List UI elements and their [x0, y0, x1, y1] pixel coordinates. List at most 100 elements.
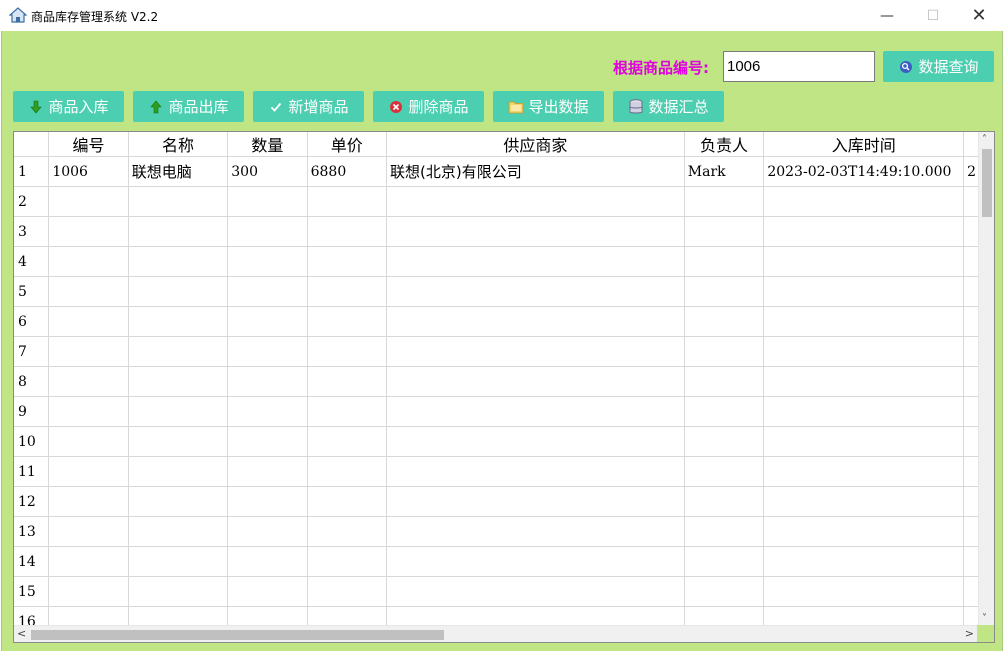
cell-manager[interactable] — [684, 576, 765, 607]
cell-name[interactable] — [128, 576, 229, 607]
cell-id[interactable] — [48, 216, 129, 247]
cell-manager[interactable] — [684, 216, 765, 247]
vertical-scrollbar[interactable]: ˄ ˅ — [978, 132, 994, 626]
cell-quantity[interactable] — [227, 366, 308, 397]
cell-manager[interactable] — [684, 276, 765, 307]
row-number[interactable]: 2 — [14, 186, 50, 217]
cell-name[interactable] — [128, 336, 229, 367]
cell-supplier[interactable] — [386, 516, 685, 547]
horizontal-scrollbar[interactable]: < > — [14, 625, 978, 642]
cell-supplier[interactable] — [386, 306, 685, 337]
row-number[interactable]: 11 — [14, 456, 50, 487]
row-number[interactable]: 7 — [14, 336, 50, 367]
cell-price[interactable] — [307, 366, 388, 397]
cell-manager[interactable] — [684, 306, 765, 337]
row-number[interactable]: 8 — [14, 366, 50, 397]
row-number[interactable]: 14 — [14, 546, 50, 577]
cell-price[interactable] — [307, 516, 388, 547]
cell-quantity[interactable] — [227, 426, 308, 457]
cell-stock-in-time[interactable] — [763, 306, 965, 337]
cell-manager[interactable] — [684, 546, 765, 577]
row-number[interactable]: 4 — [14, 246, 50, 277]
cell-name[interactable] — [128, 456, 229, 487]
cell-manager[interactable] — [684, 516, 765, 547]
cell-manager[interactable] — [684, 426, 765, 457]
cell-quantity[interactable] — [227, 186, 308, 217]
query-button[interactable]: 数据查询 — [883, 51, 994, 82]
cell-name[interactable] — [128, 516, 229, 547]
cell-stock-in-time[interactable] — [763, 396, 965, 427]
stock-in-button[interactable]: 商品入库 — [13, 91, 124, 122]
cell-name[interactable]: 联想电脑 — [128, 156, 229, 187]
cell-stock-in-time[interactable] — [763, 426, 965, 457]
vertical-scroll-thumb[interactable] — [982, 149, 992, 217]
minimize-button[interactable]: — — [864, 0, 910, 31]
table-row[interactable]: 6 — [14, 306, 994, 337]
cell-stock-in-time[interactable] — [763, 486, 965, 517]
cell-quantity[interactable] — [227, 336, 308, 367]
row-number[interactable]: 15 — [14, 576, 50, 607]
cell-manager[interactable]: Mark — [684, 156, 765, 187]
cell-supplier[interactable] — [386, 486, 685, 517]
cell-supplier[interactable] — [386, 456, 685, 487]
cell-id[interactable] — [48, 486, 129, 517]
cell-name[interactable] — [128, 366, 229, 397]
cell-supplier[interactable] — [386, 546, 685, 577]
column-header-name[interactable]: 名称 — [128, 132, 229, 157]
cell-name[interactable] — [128, 186, 229, 217]
table-row[interactable]: 9 — [14, 396, 994, 427]
cell-id[interactable] — [48, 396, 129, 427]
close-button[interactable]: ✕ — [956, 0, 1002, 31]
cell-quantity[interactable] — [227, 486, 308, 517]
cell-price[interactable] — [307, 486, 388, 517]
cell-price[interactable] — [307, 186, 388, 217]
cell-price[interactable] — [307, 276, 388, 307]
cell-manager[interactable] — [684, 456, 765, 487]
column-header-price[interactable]: 单价 — [307, 132, 388, 157]
table-row[interactable]: 11 — [14, 456, 994, 487]
cell-id[interactable] — [48, 576, 129, 607]
cell-quantity[interactable] — [227, 576, 308, 607]
cell-id[interactable] — [48, 456, 129, 487]
cell-name[interactable] — [128, 426, 229, 457]
cell-supplier[interactable] — [386, 246, 685, 277]
cell-stock-in-time[interactable] — [763, 366, 965, 397]
cell-manager[interactable] — [684, 246, 765, 277]
cell-quantity[interactable] — [227, 516, 308, 547]
cell-stock-in-time[interactable] — [763, 516, 965, 547]
table-row[interactable]: 5 — [14, 276, 994, 307]
add-product-button[interactable]: 新增商品 — [253, 91, 364, 122]
cell-name[interactable] — [128, 246, 229, 277]
cell-quantity[interactable] — [227, 246, 308, 277]
cell-quantity[interactable] — [227, 216, 308, 247]
export-data-button[interactable]: 导出数据 — [493, 91, 604, 122]
cell-price[interactable] — [307, 336, 388, 367]
scroll-up-icon[interactable]: ˄ — [982, 134, 987, 145]
cell-id[interactable] — [48, 366, 129, 397]
horizontal-scroll-thumb[interactable] — [31, 630, 444, 640]
cell-manager[interactable] — [684, 336, 765, 367]
column-header-supplier[interactable]: 供应商家 — [386, 132, 685, 157]
cell-supplier[interactable] — [386, 216, 685, 247]
scroll-left-icon[interactable]: < — [17, 627, 26, 640]
delete-product-button[interactable]: 删除商品 — [373, 91, 484, 122]
cell-supplier[interactable] — [386, 186, 685, 217]
cell-stock-in-time[interactable] — [763, 546, 965, 577]
cell-stock-in-time[interactable] — [763, 456, 965, 487]
row-number[interactable]: 9 — [14, 396, 50, 427]
cell-id[interactable] — [48, 336, 129, 367]
cell-manager[interactable] — [684, 486, 765, 517]
cell-name[interactable] — [128, 546, 229, 577]
table-row[interactable]: 4 — [14, 246, 994, 277]
table-row[interactable]: 10 — [14, 426, 994, 457]
cell-name[interactable] — [128, 486, 229, 517]
product-id-input[interactable] — [723, 51, 875, 82]
scroll-right-icon[interactable]: > — [965, 627, 974, 640]
cell-quantity[interactable]: 300 — [227, 156, 308, 187]
cell-name[interactable] — [128, 216, 229, 247]
table-row[interactable]: 8 — [14, 366, 994, 397]
cell-id[interactable]: 1006 — [48, 156, 129, 187]
cell-id[interactable] — [48, 546, 129, 577]
table-row[interactable]: 2 — [14, 186, 994, 217]
cell-name[interactable] — [128, 306, 229, 337]
